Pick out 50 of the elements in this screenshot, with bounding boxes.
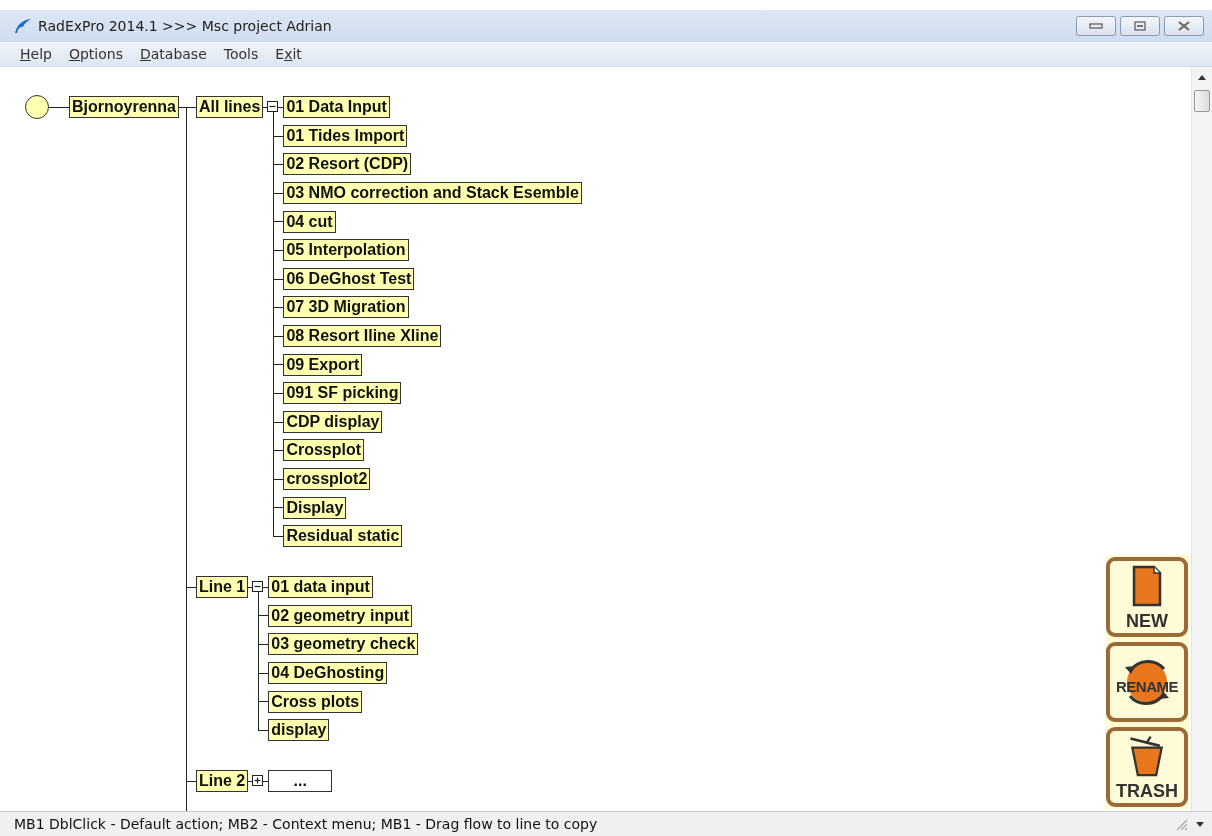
minimize-button[interactable] [1076,16,1116,36]
flow-node[interactable]: 01 data input [268,576,373,599]
close-button[interactable] [1164,16,1204,36]
status-text: MB1 DblClick - Default action; MB2 - Context menu; MB1 - Drag flow to line to copy [14,816,598,832]
menu-item[interactable]: Help [20,46,52,62]
project-node[interactable]: Bjornoyrenna [69,96,179,119]
root-node-icon [25,95,49,120]
flow-node[interactable]: Display [283,496,347,519]
trash-tool-button[interactable]: TRASH [1106,727,1188,807]
flow-node[interactable]: display [268,719,330,742]
minimize-icon [1089,22,1103,30]
flow-node[interactable]: 03 NMO correction and Stack Esemble [283,182,582,205]
flow-node[interactable]: 07 3D Migration [283,296,409,319]
new-tool-button[interactable]: NEW [1106,557,1188,637]
flow-node[interactable]: 02 geometry input [268,604,413,627]
expander-icon[interactable] [267,101,279,112]
flow-node[interactable]: 09 Export [283,353,363,376]
flow-node[interactable]: 02 Resort (CDP) [283,153,412,176]
flow-node[interactable]: 091 SF picking [283,382,402,405]
flow-node[interactable]: 06 DeGhost Test [283,267,415,290]
dolphin-logo-icon [14,18,32,34]
window-title: RadExPro 2014.1 >>> Msc project Adrian [38,18,332,34]
maximize-icon [1134,21,1146,31]
maximize-button[interactable] [1120,16,1160,36]
flow-node[interactable]: 08 Resort Iline Xline [283,325,442,348]
menu-item[interactable]: Database [139,46,207,62]
menu-item[interactable]: Options [68,46,123,62]
flow-node[interactable]: 05 Interpolation [283,239,409,262]
flow-node[interactable]: CDP display [283,410,383,433]
flow-node[interactable]: Crossplot [283,439,365,462]
expander-icon[interactable] [252,580,264,592]
vertical-scrollbar[interactable] [1191,67,1212,811]
close-icon [1177,21,1191,31]
scroll-up-arrow-icon[interactable] [1198,75,1206,80]
menu-item[interactable]: Exit [275,46,302,62]
flow-node[interactable]: Cross plots [268,690,363,713]
flow-node[interactable]: 01 Data Input [283,96,390,119]
menu-item[interactable]: Tools [223,46,259,62]
flow-node[interactable]: crossplot2 [283,468,371,490]
flow-node[interactable]: 04 cut [283,210,336,233]
resize-grip-icon[interactable] [1174,817,1188,831]
expander-icon[interactable] [252,774,264,786]
scroll-thumb[interactable] [1194,90,1210,112]
scroll-down-arrow-icon[interactable] [1196,821,1204,827]
document-icon [1132,565,1162,607]
collapsed-flows-node[interactable]: ... [268,770,333,793]
flow-node[interactable]: 04 DeGhosting [268,661,388,684]
flow-node[interactable]: Residual static [283,525,403,548]
flow-node[interactable]: 03 geometry check [268,633,419,656]
flow-node[interactable]: 01 Tides Import [283,124,408,147]
